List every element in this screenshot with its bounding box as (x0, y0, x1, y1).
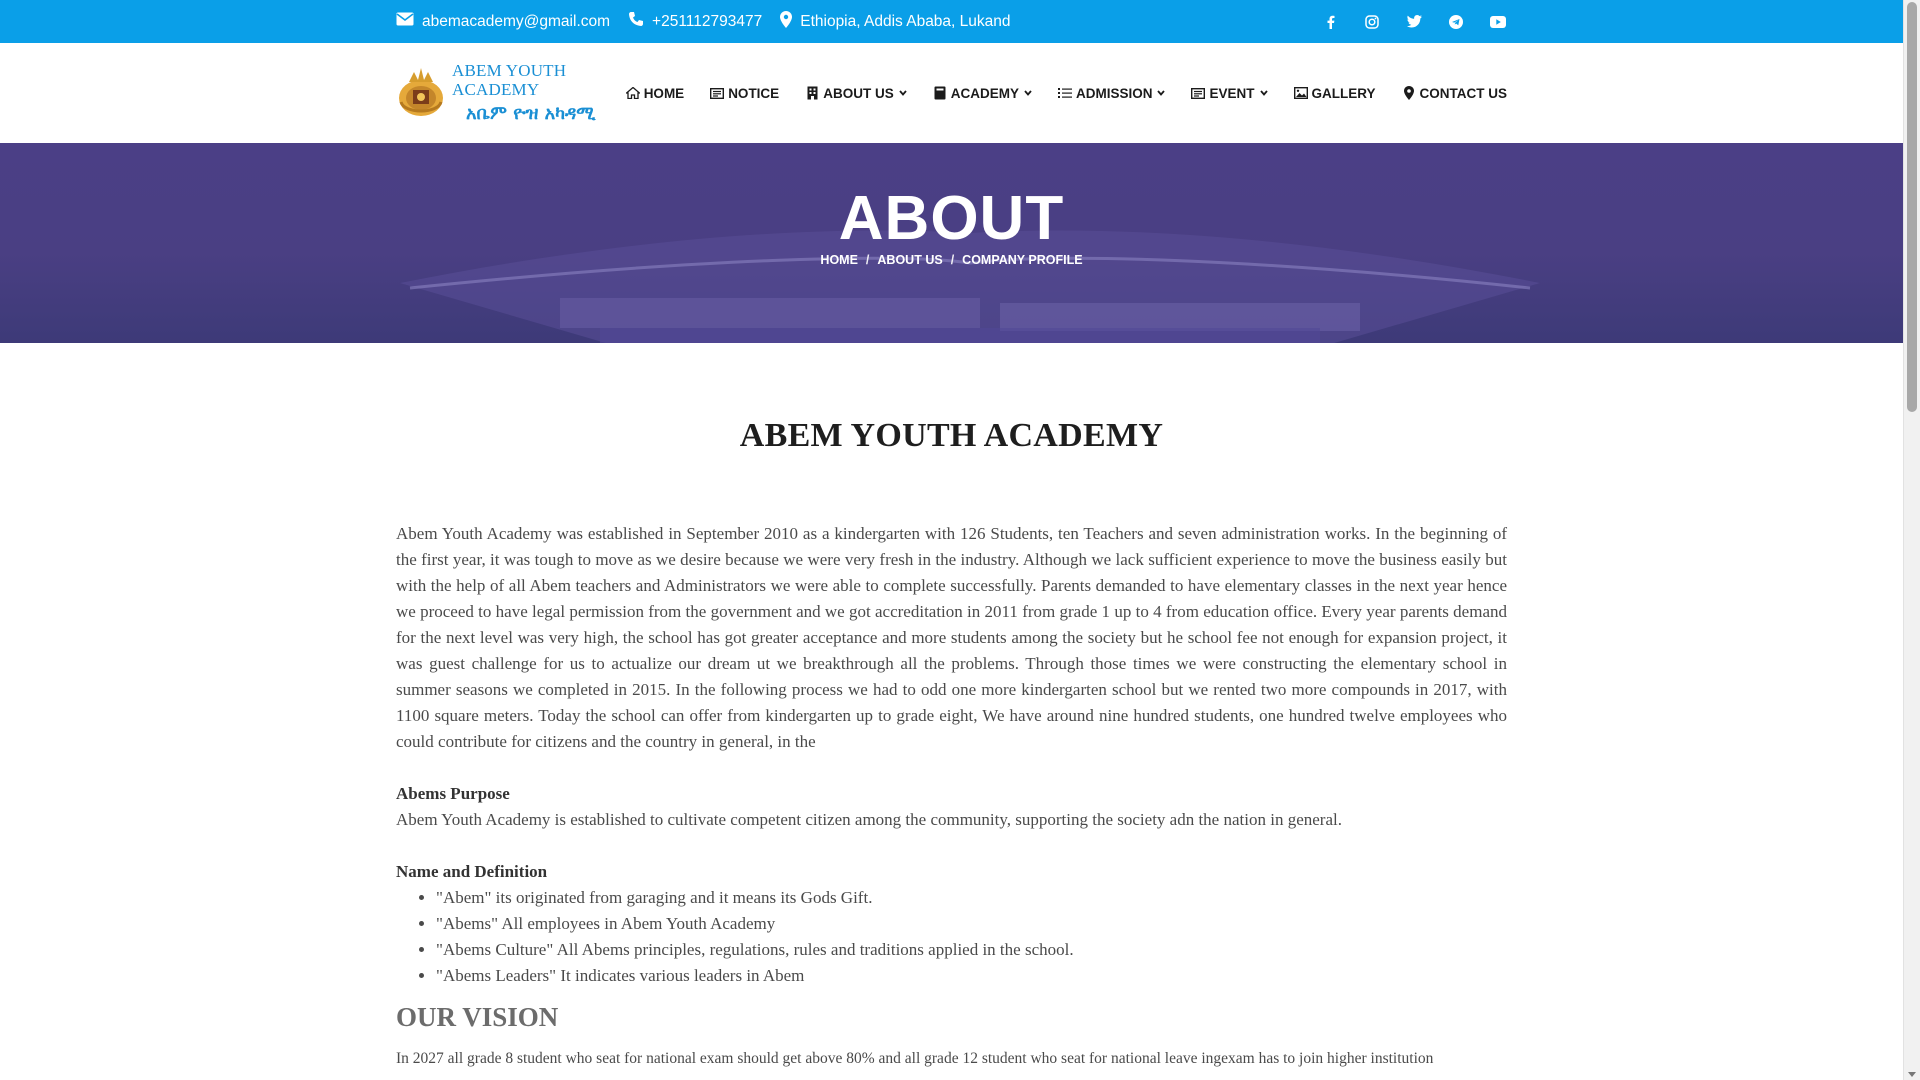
twitter-icon[interactable] (1405, 13, 1423, 31)
chevron-down-icon (1259, 88, 1268, 98)
breadcrumb: HOME / ABOUT US / COMPANY PROFILE (0, 253, 1903, 267)
page-title: ABEM YOUTH ACADEMY (739, 417, 1164, 454)
list-icon (1057, 86, 1072, 100)
breadcrumb-home[interactable]: HOME (820, 253, 858, 267)
nav-notice-label: NOTICE (728, 85, 780, 101)
contact-list: abemacademy@gmail.com +251112793477 Ethi… (396, 10, 1011, 33)
top-contact-bar: abemacademy@gmail.com +251112793477 Ethi… (0, 0, 1903, 43)
image-icon (1293, 86, 1308, 100)
banner-title: ABOUT (838, 184, 1065, 253)
breadcrumb-company-profile: COMPANY PROFILE (962, 253, 1083, 267)
purpose-heading: Abems Purpose (396, 784, 510, 803)
crest-logo-icon (396, 62, 446, 123)
phone-icon (628, 11, 644, 32)
nav-gallery-label: GALLERY (1311, 85, 1376, 101)
nav-academy-label: ACADEMY (950, 85, 1019, 101)
location-text: Ethiopia, Addis Ababa, Lukand (800, 12, 1011, 30)
nav-notice[interactable]: NOTICE (710, 86, 779, 101)
nav-home-label: HOME (643, 85, 685, 101)
nav-academy[interactable]: ACADEMY (933, 86, 1032, 101)
list-item: "Abems Leaders" It indicates various lea… (436, 963, 1507, 989)
main-navbar: ABEM YOUTH ACADEMY አቤም ዮዝ አካዳሚ HOME NOTI… (0, 43, 1903, 143)
scroll-down-arrow-icon[interactable] (1908, 1072, 1916, 1077)
definition-heading: Name and Definition (396, 862, 548, 881)
telegram-icon[interactable] (1447, 13, 1465, 31)
nav-contact-us[interactable]: CONTACT US (1402, 85, 1508, 101)
phone-contact[interactable]: +251112793477 (628, 11, 762, 32)
nav-admission-label: ADMISSION (1075, 85, 1153, 101)
youtube-icon[interactable] (1489, 13, 1507, 31)
chevron-down-icon (899, 88, 907, 98)
breadcrumb-separator: / (865, 253, 870, 267)
home-icon (625, 86, 640, 100)
breadcrumb-about-us[interactable]: ABOUT US (877, 253, 942, 267)
nav-home[interactable]: HOME (625, 85, 685, 101)
nav-event[interactable]: EVENT (1191, 85, 1268, 101)
location-contact[interactable]: Ethiopia, Addis Ababa, Lukand (780, 10, 1011, 33)
nav-menu: HOME NOTICE ABOUT US ACADEMY ADMISSION E… (625, 85, 1508, 101)
nav-about-us[interactable]: ABOUT US (805, 86, 907, 101)
nav-contact-us-label: CONTACT US (1419, 85, 1508, 101)
site-logo[interactable]: ABEM YOUTH ACADEMY አቤም ዮዝ አካዳሚ (396, 61, 626, 124)
nav-about-us-label: ABOUT US (823, 85, 894, 101)
scrollbar-thumb[interactable] (1907, 2, 1917, 412)
book-icon (933, 86, 947, 100)
page-banner: ABOUT HOME / ABOUT US / COMPANY PROFILE (0, 143, 1903, 343)
building-icon (805, 86, 819, 100)
chevron-down-icon (1157, 88, 1166, 98)
event-icon (1191, 86, 1206, 100)
vision-heading: OUR VISION (396, 1002, 559, 1032)
purpose-text: Abem Youth Academy is established to cul… (396, 810, 1342, 829)
intro-paragraph: Abem Youth Academy was established in Se… (396, 524, 1507, 751)
nav-event-label: EVENT (1209, 85, 1255, 101)
breadcrumb-separator: / (950, 253, 955, 267)
definition-list: "Abem" its originated from garaging and … (436, 885, 1507, 989)
list-item: "Abems" All employees in Abem Youth Acad… (436, 911, 1507, 937)
list-item: "Abem" its originated from garaging and … (436, 885, 1507, 911)
vision-text: In 2027 all grade 8 student who seat for… (396, 1050, 1434, 1067)
facebook-icon[interactable] (1321, 13, 1339, 31)
page-scrollbar[interactable] (1903, 0, 1920, 1080)
main-content: ABEM YOUTH ACADEMY Abem Youth Academy wa… (396, 343, 1507, 1071)
email-text: abemacademy@gmail.com (422, 12, 611, 30)
phone-text: +251112793477 (652, 12, 763, 30)
nav-gallery[interactable]: GALLERY (1293, 85, 1376, 101)
social-links (1321, 13, 1507, 31)
chevron-down-icon (1024, 88, 1032, 98)
map-marker-icon (1402, 86, 1416, 100)
logo-english-name: ABEM YOUTH ACADEMY (452, 61, 567, 100)
notice-icon (710, 86, 725, 100)
email-contact[interactable]: abemacademy@gmail.com (396, 12, 610, 31)
nav-admission[interactable]: ADMISSION (1057, 85, 1166, 101)
instagram-icon[interactable] (1363, 13, 1381, 31)
list-item: "Abems Culture" All Abems principles, re… (436, 937, 1507, 963)
envelope-icon (396, 12, 414, 31)
logo-amharic-name: አቤም ዮዝ አካዳሚ (466, 102, 596, 124)
map-marker-icon (780, 10, 793, 33)
